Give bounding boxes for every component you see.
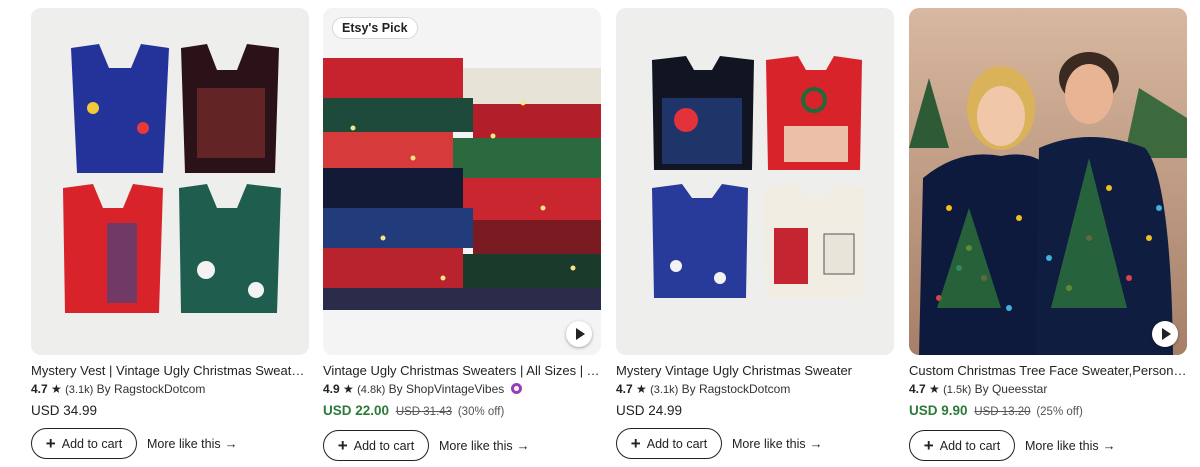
arrow-right-icon: →	[809, 436, 823, 451]
add-to-cart-label: Add to cart	[939, 438, 1001, 453]
discount-label: (30% off)	[457, 406, 505, 418]
star-icon: ★	[929, 382, 940, 396]
more-like-this-link[interactable]: More like this →	[732, 436, 823, 451]
rating-value: 4.7	[616, 382, 633, 396]
sweaters-photo-icon	[616, 8, 894, 355]
sweater-pile-photo-icon	[323, 8, 601, 355]
star-seller-icon	[510, 383, 522, 394]
vests-photo-icon	[31, 8, 309, 355]
rating-value: 4.7	[909, 382, 926, 396]
more-like-this-label: More like this	[1025, 439, 1099, 453]
listing-image[interactable]	[31, 8, 309, 355]
rating-value: 4.9	[323, 382, 340, 396]
by-label: By	[388, 382, 403, 396]
play-video-icon[interactable]	[1152, 321, 1178, 347]
listing-rating: 4.7 ★ (3.1k) By RagstockDotcom	[616, 382, 894, 398]
listing-title[interactable]: Custom Christmas Tree Face Sweater,Perso…	[909, 363, 1187, 379]
add-to-cart-label: Add to cart	[61, 436, 123, 451]
shop-name[interactable]: RagstockDotcom	[114, 382, 205, 396]
plus-icon: +	[923, 436, 934, 455]
plus-icon: +	[45, 434, 56, 453]
listing-price: USD 34.99	[31, 403, 98, 418]
listing-grid: Mystery Vest | Vintage Ugly Christmas Sw…	[0, 0, 1200, 467]
review-count: (1.5k)	[943, 384, 972, 396]
listing-card[interactable]: Etsy's Pick Vintage Ugly Christmas Sweat…	[323, 8, 601, 461]
star-icon: ★	[636, 382, 647, 396]
add-to-cart-button[interactable]: + Add to cart	[616, 428, 722, 459]
shop-name[interactable]: Queesstar	[992, 382, 1047, 396]
listing-price: USD 24.99	[616, 403, 683, 418]
listing-title[interactable]: Vintage Ugly Christmas Sweaters | All Si…	[323, 363, 601, 379]
plus-icon: +	[630, 434, 641, 453]
add-to-cart-label: Add to cart	[646, 436, 708, 451]
listing-card[interactable]: Custom Christmas Tree Face Sweater,Perso…	[909, 8, 1187, 461]
rating-value: 4.7	[31, 382, 48, 396]
arrow-right-icon: →	[516, 438, 530, 453]
add-to-cart-button[interactable]: + Add to cart	[323, 430, 429, 461]
arrow-right-icon: →	[1102, 438, 1116, 453]
sale-price: USD 9.90	[909, 403, 968, 418]
listing-rating: 4.7 ★ (3.1k) By RagstockDotcom	[31, 382, 309, 398]
listing-price: USD 22.00 USD 31.43 (30% off)	[323, 402, 601, 421]
plus-icon: +	[337, 436, 348, 455]
by-label: By	[681, 382, 696, 396]
by-label: By	[96, 382, 111, 396]
listing-rating: 4.9 ★ (4.8k) By ShopVintageVibes	[323, 382, 601, 398]
review-count: (4.8k)	[357, 384, 386, 396]
more-like-this-link[interactable]: More like this →	[439, 438, 530, 453]
more-like-this-label: More like this	[147, 437, 221, 451]
original-price: USD 13.20	[974, 406, 1031, 418]
by-label: By	[974, 382, 989, 396]
more-like-this-link[interactable]: More like this →	[1025, 438, 1116, 453]
add-to-cart-button[interactable]: + Add to cart	[909, 430, 1015, 461]
sale-price: USD 22.00	[323, 403, 390, 418]
add-to-cart-button[interactable]: + Add to cart	[31, 428, 137, 459]
listing-card[interactable]: Mystery Vest | Vintage Ugly Christmas Sw…	[31, 8, 309, 459]
more-like-this-link[interactable]: More like this →	[147, 436, 238, 451]
original-price: USD 31.43	[395, 406, 453, 418]
listing-image[interactable]: Etsy's Pick	[323, 8, 601, 355]
star-icon: ★	[343, 382, 354, 396]
etsys-pick-badge: Etsy's Pick	[332, 17, 418, 39]
listing-image[interactable]	[909, 8, 1187, 355]
review-count: (3.1k)	[650, 384, 679, 396]
listing-card[interactable]: Mystery Vintage Ugly Christmas Sweater 4…	[616, 8, 894, 459]
more-like-this-label: More like this	[732, 437, 806, 451]
listing-image[interactable]	[616, 8, 894, 355]
review-count: (3.1k)	[65, 384, 94, 396]
more-like-this-label: More like this	[439, 439, 513, 453]
listing-rating: 4.7 ★ (1.5k) By Queesstar	[909, 382, 1187, 398]
play-video-icon[interactable]	[566, 321, 592, 347]
listing-title[interactable]: Mystery Vest | Vintage Ugly Christmas Sw…	[31, 363, 309, 379]
discount-label: (25% off)	[1036, 406, 1083, 418]
add-to-cart-label: Add to cart	[353, 438, 415, 453]
couple-photo-icon	[909, 8, 1187, 355]
listing-price: USD 9.90 USD 13.20 (25% off)	[909, 402, 1187, 421]
listing-title[interactable]: Mystery Vintage Ugly Christmas Sweater	[616, 363, 894, 379]
star-icon: ★	[51, 382, 62, 396]
shop-name[interactable]: ShopVintageVibes	[406, 382, 504, 396]
shop-name[interactable]: RagstockDotcom	[699, 382, 790, 396]
arrow-right-icon: →	[224, 436, 238, 451]
